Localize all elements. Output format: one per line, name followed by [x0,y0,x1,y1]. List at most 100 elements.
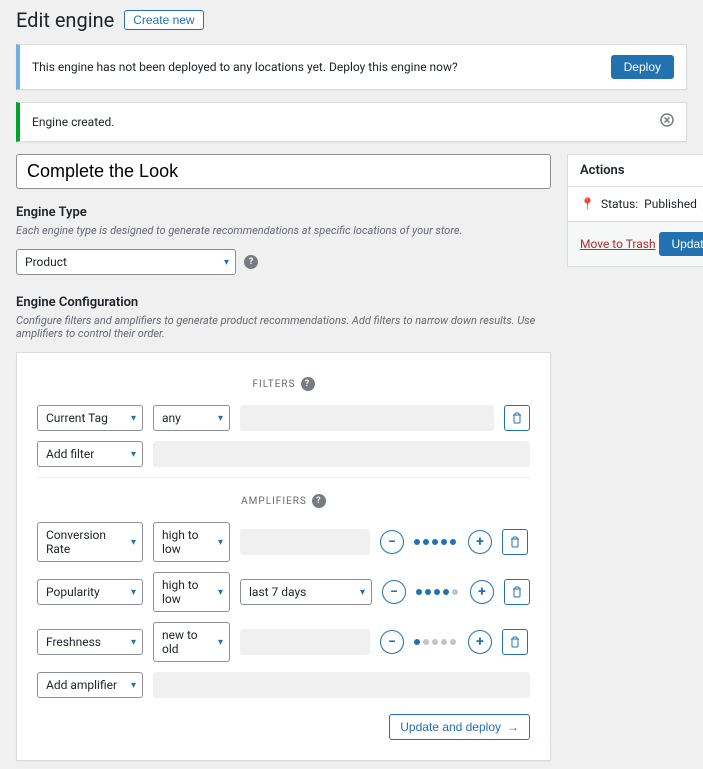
filter-field-select[interactable]: Current Tag ▾ [37,405,143,431]
config-box: FILTERS ? Current Tag ▾ any ▾ [16,352,551,761]
actions-heading: Actions [568,155,703,187]
filter-op-value: any [162,411,181,425]
add-filter-select[interactable]: Add filter ▾ [37,441,143,467]
decrease-strength-button[interactable]: − [382,580,406,604]
dot [432,539,438,545]
move-to-trash-link[interactable]: Move to Trash [580,237,656,251]
chevron-down-icon: ▾ [131,413,136,424]
status-value: Published [644,197,697,211]
strength-indicator [416,589,460,595]
engine-config-heading: Engine Configuration [16,295,551,310]
filter-row: Current Tag ▾ any ▾ [37,405,530,431]
delete-amplifier-button[interactable] [502,529,528,555]
dismiss-icon[interactable] [660,113,674,131]
amplifier-dir-value: high to low [162,528,205,556]
help-icon[interactable]: ? [301,377,315,391]
amplifier-dir-select[interactable]: high to low ▾ [153,522,230,562]
amplifier-dir-value: high to low [162,578,205,606]
dot [425,589,431,595]
help-icon[interactable]: ? [312,494,326,508]
amplifier-field-value: Freshness [46,635,101,649]
engine-title-input[interactable] [16,154,551,189]
amplifier-row: Freshness ▾ new to old ▾ − + [37,622,530,662]
amplifier-period-placeholder [240,529,370,555]
update-deploy-label: Update and deploy [400,720,501,734]
dot [414,539,420,545]
filter-field-value: Current Tag [46,411,108,425]
page-title: Edit engine [16,8,114,32]
chevron-down-icon: ▾ [131,680,136,691]
amplifier-dir-select[interactable]: new to old ▾ [153,622,230,662]
amplifier-field-value: Conversion Rate [46,528,118,556]
engine-type-select[interactable]: Product ▾ [16,249,236,275]
created-notice: Engine created. [16,102,687,142]
amplifier-row: Popularity▾ high to low▾ last 7 days▾ − … [37,572,530,612]
create-new-button[interactable]: Create new [124,10,203,30]
chevron-down-icon: ▾ [131,587,136,598]
status-label: Status: [601,197,638,211]
amplifier-period-placeholder [240,629,370,655]
trash-icon [512,586,522,598]
chevron-down-icon: ▾ [218,637,223,648]
add-amplifier-select[interactable]: Add amplifier ▾ [37,672,143,698]
chevron-down-icon: ▾ [131,537,136,548]
chevron-down-icon: ▾ [218,413,223,424]
increase-strength-button[interactable]: + [468,530,492,554]
engine-type-heading: Engine Type [16,205,551,220]
update-button[interactable]: Update [659,232,703,256]
amplifier-period-value: last 7 days [249,585,306,599]
decrease-strength-button[interactable]: − [380,630,404,654]
dot [423,639,429,645]
engine-type-desc: Each engine type is designed to generate… [16,224,551,237]
chevron-down-icon: ▾ [218,537,223,548]
trash-icon [510,636,520,648]
dot [423,539,429,545]
increase-strength-button[interactable]: + [470,580,494,604]
trash-icon [512,412,522,424]
help-icon[interactable]: ? [244,255,258,269]
add-filter-label: Add filter [46,447,94,461]
increase-strength-button[interactable]: + [468,630,492,654]
amplifiers-label: AMPLIFIERS [241,496,307,507]
chevron-down-icon: ▾ [131,449,136,460]
dot [416,589,422,595]
dot [434,589,440,595]
add-amplifier-label: Add amplifier [46,678,117,692]
chevron-down-icon: ▾ [360,587,365,598]
engine-type-value: Product [25,255,67,269]
update-deploy-button[interactable]: Update and deploy → [389,714,530,740]
amplifier-field-value: Popularity [46,585,100,599]
filter-op-select[interactable]: any ▾ [153,405,230,431]
pin-icon: 📍 [580,197,595,211]
delete-filter-button[interactable] [504,405,530,431]
chevron-down-icon: ▾ [218,587,223,598]
amplifier-row: Conversion Rate ▾ high to low ▾ − + [37,522,530,562]
delete-amplifier-button[interactable] [504,579,530,605]
dot [441,539,447,545]
dot [450,539,456,545]
amplifier-period-select[interactable]: last 7 days ▾ [240,579,372,605]
amplifier-dir-value: new to old [162,628,205,656]
dot [452,589,458,595]
chevron-down-icon: ▾ [131,637,136,648]
dot [443,589,449,595]
engine-config-desc: Configure filters and amplifiers to gene… [16,314,551,340]
chevron-down-icon: ▾ [224,257,229,268]
dot [414,639,420,645]
dot [450,639,456,645]
amplifier-placeholder [153,672,530,698]
amplifier-field-select[interactable]: Freshness ▾ [37,629,143,655]
decrease-strength-button[interactable]: − [380,530,404,554]
deploy-notice-text: This engine has not been deployed to any… [32,60,458,74]
trash-icon [510,536,520,548]
amplifier-dir-select[interactable]: high to low ▾ [153,572,230,612]
amplifier-field-select[interactable]: Conversion Rate ▾ [37,522,143,562]
delete-amplifier-button[interactable] [502,629,528,655]
actions-box: Actions 📍 Status: Published Edit Move to… [567,154,703,267]
amplifier-field-select[interactable]: Popularity ▾ [37,579,143,605]
deploy-button[interactable]: Deploy [611,55,674,79]
filter-value-placeholder [240,405,494,431]
filters-label: FILTERS [252,379,295,390]
dot [432,639,438,645]
deploy-notice: This engine has not been deployed to any… [16,44,687,90]
